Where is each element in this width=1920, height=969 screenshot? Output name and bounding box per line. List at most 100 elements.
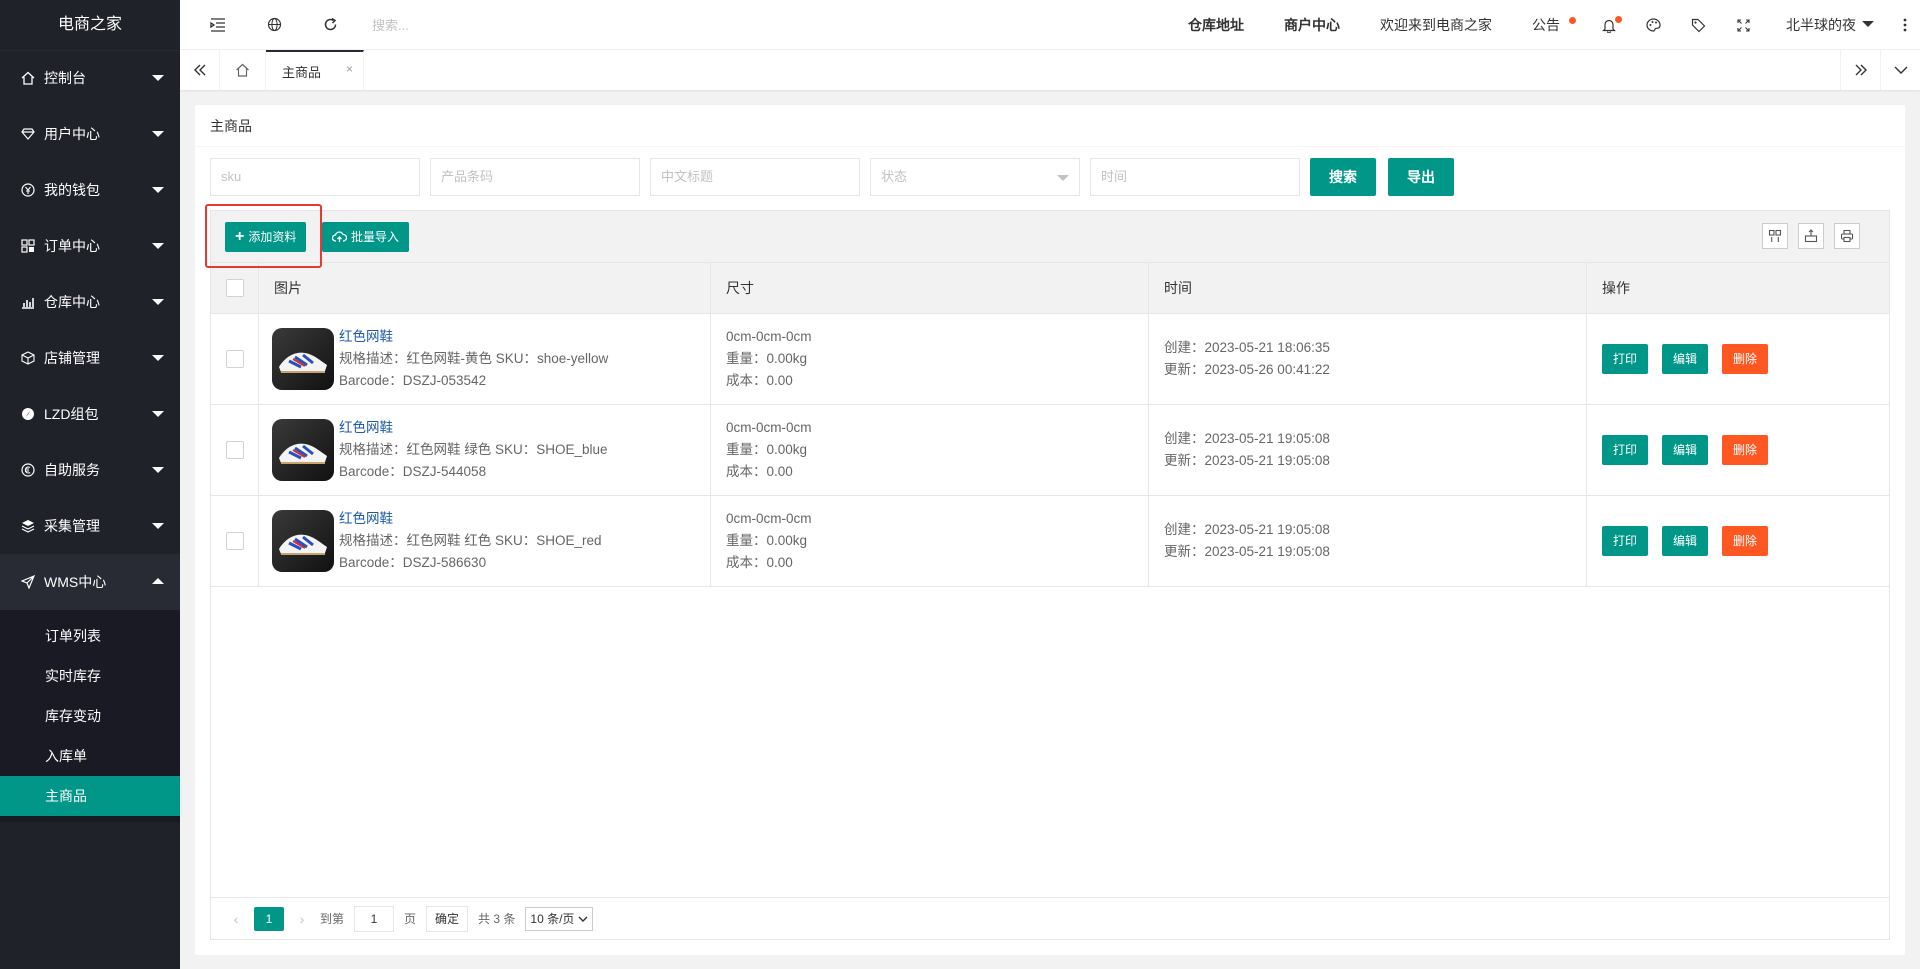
sidebar-item-wallet[interactable]: 我的钱包	[0, 162, 180, 218]
print-button[interactable]: 打印	[1602, 435, 1649, 465]
refresh-icon[interactable]	[302, 0, 358, 50]
page-title: 主商品	[195, 105, 1905, 147]
sidebar-item-label: 店铺管理	[44, 350, 100, 366]
product-info: 红色网鞋 规格描述：红色网鞋 红色 SKU：SHOE_red Barcode：D…	[339, 508, 602, 574]
home-tab-icon[interactable]	[220, 50, 266, 90]
tag-icon[interactable]	[1676, 0, 1721, 50]
sidebar-item-selfservice[interactable]: 自助服务	[0, 442, 180, 498]
time-input[interactable]: 时间	[1090, 158, 1300, 196]
more-vertical-icon[interactable]	[1890, 0, 1920, 50]
bell-badge-dot	[1615, 16, 1622, 23]
tab-main-products[interactable]: 主商品 ×	[266, 50, 364, 90]
warehouse-address-link[interactable]: 仓库地址	[1168, 0, 1264, 50]
sidebar-item-dashboard[interactable]: 控制台	[0, 50, 180, 106]
page-unit-label: 页	[404, 912, 417, 926]
tabs-scroll-right-icon[interactable]	[1840, 50, 1880, 90]
batch-import-button[interactable]: 批量导入	[322, 222, 410, 252]
menu-toggle-icon[interactable]	[190, 0, 246, 50]
yen-icon	[20, 182, 36, 198]
caret-down-icon	[152, 299, 164, 305]
print-button[interactable]: 打印	[1602, 344, 1649, 374]
close-icon[interactable]: ×	[346, 62, 353, 76]
edit-button[interactable]: 编辑	[1662, 344, 1709, 374]
cn-title-input[interactable]: 中文标题	[650, 158, 860, 196]
submenu-item-order-list[interactable]: 订单列表	[0, 616, 180, 656]
merchant-center-link[interactable]: 商户中心	[1264, 0, 1360, 50]
notice-label: 公告	[1532, 17, 1560, 33]
page-size-select[interactable]: 10 条/页	[525, 906, 594, 931]
sidebar-item-warehouse[interactable]: 仓库中心	[0, 274, 180, 330]
updated-time: 更新：2023-05-21 19:05:08	[1164, 544, 1330, 559]
product-thumbnail[interactable]	[272, 510, 334, 572]
row-checkbox-cell	[211, 496, 259, 586]
sidebar-item-users[interactable]: 用户中心	[0, 106, 180, 162]
goto-page-input[interactable]: 1	[354, 905, 395, 932]
sidebar-item-orders[interactable]: 订单中心	[0, 218, 180, 274]
send-icon	[20, 574, 36, 590]
delete-button[interactable]: 删除	[1722, 435, 1769, 465]
product-cell: 红色网鞋 规格描述：红色网鞋 绿色 SKU：SHOE_blue Barcode：…	[259, 405, 711, 495]
cost: 成本：0.00	[726, 373, 793, 388]
product-cell: 红色网鞋 规格描述：红色网鞋 红色 SKU：SHOE_red Barcode：D…	[259, 496, 711, 586]
fullscreen-icon[interactable]	[1721, 0, 1766, 50]
caret-down-icon	[152, 131, 164, 137]
bell-icon[interactable]	[1586, 0, 1631, 50]
product-thumbnail[interactable]	[272, 419, 334, 481]
search-button[interactable]: 搜索	[1310, 158, 1376, 196]
tabs-scroll-left-icon[interactable]	[180, 50, 220, 90]
notice-badge-dot	[1569, 17, 1576, 24]
edit-button[interactable]: 编辑	[1662, 526, 1709, 556]
next-page-icon[interactable]: ›	[292, 911, 312, 927]
barcode-input[interactable]: 产品条码	[430, 158, 640, 196]
dimensions: 0cm-0cm-0cm	[726, 329, 812, 344]
sku-input[interactable]: sku	[210, 158, 420, 196]
column-header-size: 尺寸	[711, 263, 1149, 313]
header-search-input[interactable]: 搜索...	[372, 15, 409, 34]
prev-page-icon[interactable]: ‹	[226, 911, 246, 927]
sidebar-item-lzd[interactable]: LZD组包	[0, 386, 180, 442]
notice-link[interactable]: 公告	[1512, 0, 1586, 50]
product-name-link[interactable]: 红色网鞋	[339, 508, 602, 530]
created-time: 创建：2023-05-21 19:05:08	[1164, 431, 1330, 446]
globe-icon[interactable]	[246, 0, 302, 50]
select-all-checkbox[interactable]	[225, 279, 244, 297]
print-button[interactable]: 打印	[1602, 526, 1649, 556]
palette-icon[interactable]	[1631, 0, 1676, 50]
submenu-item-inbound[interactable]: 入库单	[0, 736, 180, 776]
tabs-menu-chevron-down-icon[interactable]	[1880, 50, 1920, 90]
submenu-item-stock[interactable]: 实时库存	[0, 656, 180, 696]
status-select-label: 状态	[881, 169, 908, 184]
user-menu[interactable]: 北半球的夜	[1766, 0, 1890, 50]
delete-button[interactable]: 删除	[1722, 526, 1769, 556]
sidebar-item-collect[interactable]: 采集管理	[0, 498, 180, 554]
pagination: ‹ 1 › 到第 1 页 确定 共 3 条 10 条/页	[211, 897, 1889, 939]
product-thumbnail[interactable]	[272, 328, 334, 390]
submenu-item-main-products[interactable]: 主商品	[0, 776, 180, 816]
delete-button[interactable]: 删除	[1722, 344, 1769, 374]
weight: 重量：0.00kg	[726, 442, 808, 457]
box-icon	[20, 350, 36, 366]
caret-up-icon	[152, 578, 164, 584]
time-cell: 创建：2023-05-21 19:05:08 更新：2023-05-21 19:…	[1149, 405, 1587, 495]
product-name-link[interactable]: 红色网鞋	[339, 417, 608, 439]
edit-button[interactable]: 编辑	[1662, 435, 1709, 465]
page-number-current[interactable]: 1	[254, 906, 284, 931]
time-cell: 创建：2023-05-21 18:06:35 更新：2023-05-26 00:…	[1149, 314, 1587, 404]
ops-cell: 打印 编辑 删除	[1587, 496, 1889, 586]
submenu-item-stock-changes[interactable]: 库存变动	[0, 696, 180, 736]
goto-confirm-button[interactable]: 确定	[426, 905, 469, 932]
diamond-icon	[20, 126, 36, 142]
columns-filter-icon[interactable]	[1762, 223, 1788, 249]
export-icon[interactable]	[1798, 223, 1824, 249]
table-toolbar: + 添加资料 批量导入	[205, 204, 1889, 268]
row-checkbox[interactable]	[225, 532, 244, 550]
row-checkbox[interactable]	[225, 441, 244, 459]
status-select[interactable]: 状态	[870, 158, 1080, 196]
print-icon[interactable]	[1834, 223, 1860, 249]
sidebar-item-wms[interactable]: WMS中心	[0, 554, 180, 610]
row-checkbox[interactable]	[225, 350, 244, 368]
app-logo[interactable]: 电商之家	[0, 0, 180, 50]
export-button[interactable]: 导出	[1388, 158, 1454, 196]
sidebar-item-shops[interactable]: 店铺管理	[0, 330, 180, 386]
product-name-link[interactable]: 红色网鞋	[339, 326, 608, 348]
